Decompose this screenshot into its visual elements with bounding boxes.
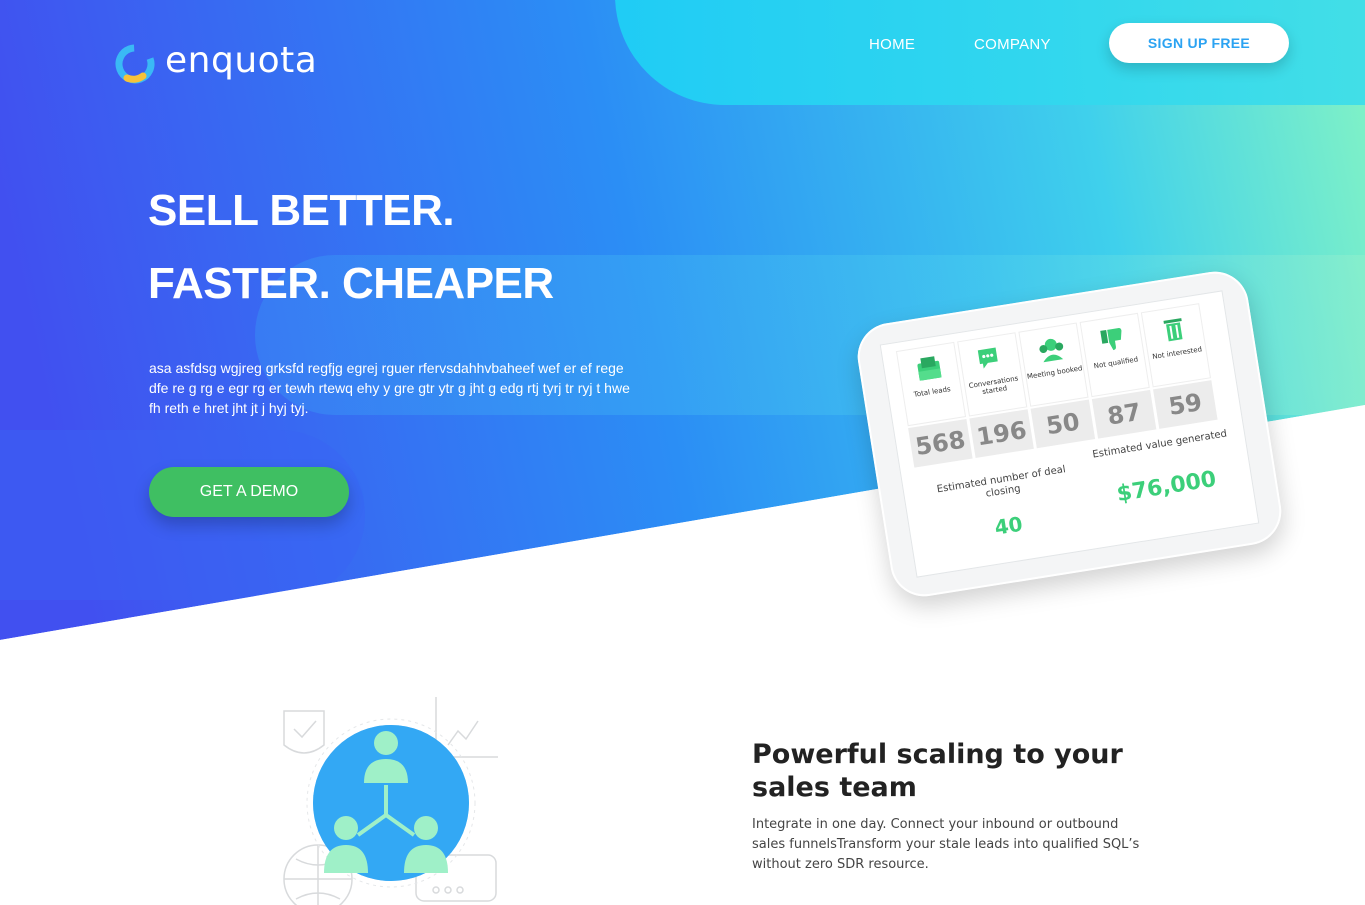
thumbs-down-icon [1099,328,1121,351]
get-demo-button[interactable]: GET A DEMO [149,467,349,517]
stat-label: Not interested [1151,345,1203,362]
stat-label: Not qualified [1093,355,1139,371]
feature-title: Powerful scaling to your sales team [752,739,1123,803]
logo-ring-icon [115,44,155,84]
stat-value: 50 [1030,399,1096,449]
stat-label: Conversations started [968,374,1019,397]
value-generated-value: $76,000 [1115,466,1218,508]
meeting-icon [1038,338,1063,363]
hero-headline-line1: SELL BETTER. [148,186,455,235]
hero-headline-line2: FASTER. CHEAPER [148,259,554,308]
logo[interactable]: enquota [113,40,318,86]
stat-value: 568 [908,418,973,468]
stat-label: Meeting booked [1026,364,1084,381]
stat-value: 59 [1153,380,1218,429]
stat-label: Total leads [913,385,952,399]
deal-closing-value: 40 [992,511,1025,540]
deal-closing-label: Estimated number of deal closing [936,464,1067,500]
sign-up-button[interactable]: SIGN UP FREE [1109,23,1289,63]
chat-icon [977,347,998,369]
team-scaling-illustration [283,697,498,905]
stat-value: 87 [1091,389,1157,439]
feature-description: Integrate in one day. Connect your inbou… [752,817,1140,872]
nav-home-link[interactable]: HOME [869,36,915,53]
hero-description: asa asfdsg wgjreg grksfd regfjg egrej rg… [149,360,630,416]
logo-text: enquota [165,40,318,81]
trash-icon [1162,318,1183,342]
stat-value: 196 [969,409,1034,458]
nav-company-link[interactable]: COMPANY [974,36,1051,53]
inbox-icon [916,356,942,381]
